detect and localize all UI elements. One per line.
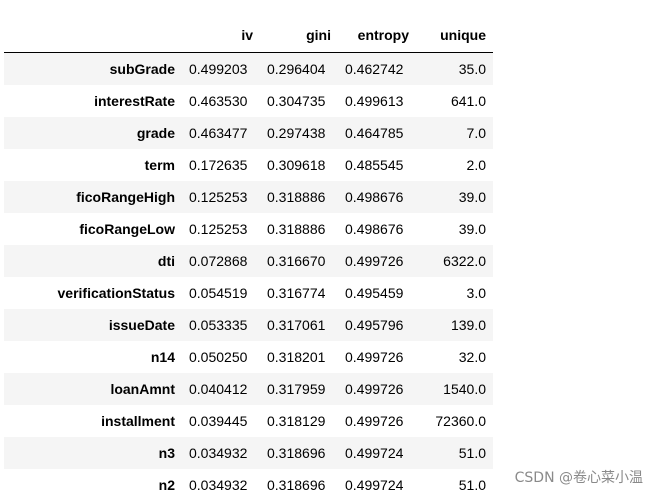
cell-entropy: 0.498676 — [331, 181, 409, 213]
cell-iv: 0.040412 — [175, 373, 253, 405]
cell-entropy: 0.499726 — [331, 245, 409, 277]
table-row: grade0.4634770.2974380.4647857.0 — [4, 117, 493, 149]
cell-gini: 0.316670 — [253, 245, 331, 277]
cell-gini: 0.318886 — [253, 181, 331, 213]
cell-entropy: 0.485545 — [331, 149, 409, 181]
table-body: subGrade0.4992030.2964040.46274235.0inte… — [4, 53, 493, 501]
cell-unique: 2.0 — [409, 149, 493, 181]
table-row: installment0.0394450.3181290.49972672360… — [4, 405, 493, 437]
cell-unique: 641.0 — [409, 85, 493, 117]
watermark: CSDN @卷心菜小温 — [515, 467, 643, 487]
row-index-label: installment — [4, 405, 175, 437]
cell-iv: 0.034932 — [175, 469, 253, 501]
row-index-label: n14 — [4, 341, 175, 373]
cell-entropy: 0.499613 — [331, 85, 409, 117]
row-index-label: n3 — [4, 437, 175, 469]
cell-entropy: 0.495796 — [331, 309, 409, 341]
row-index-label: loanAmnt — [4, 373, 175, 405]
table-row: dti0.0728680.3166700.4997266322.0 — [4, 245, 493, 277]
cell-iv: 0.463530 — [175, 85, 253, 117]
cell-unique: 51.0 — [409, 437, 493, 469]
cell-unique: 39.0 — [409, 181, 493, 213]
table-row: term0.1726350.3096180.4855452.0 — [4, 149, 493, 181]
cell-entropy: 0.499726 — [331, 373, 409, 405]
table-row: n30.0349320.3186960.49972451.0 — [4, 437, 493, 469]
cell-entropy: 0.464785 — [331, 117, 409, 149]
cell-gini: 0.317959 — [253, 373, 331, 405]
cell-iv: 0.463477 — [175, 117, 253, 149]
cell-unique: 32.0 — [409, 341, 493, 373]
row-index-label: term — [4, 149, 175, 181]
table-row: verificationStatus0.0545190.3167740.4954… — [4, 277, 493, 309]
cell-unique: 1540.0 — [409, 373, 493, 405]
cell-gini: 0.318129 — [253, 405, 331, 437]
cell-entropy: 0.499726 — [331, 405, 409, 437]
table-row: issueDate0.0533350.3170610.495796139.0 — [4, 309, 493, 341]
table-row: interestRate0.4635300.3047350.499613641.… — [4, 85, 493, 117]
column-header-iv: iv — [175, 18, 253, 53]
row-index-label: n2 — [4, 469, 175, 501]
table-row: n20.0349320.3186960.49972451.0 — [4, 469, 493, 501]
column-header-entropy: entropy — [331, 18, 409, 53]
cell-iv: 0.054519 — [175, 277, 253, 309]
cell-iv: 0.053335 — [175, 309, 253, 341]
cell-unique: 39.0 — [409, 213, 493, 245]
column-header-gini: gini — [253, 18, 331, 53]
cell-gini: 0.318696 — [253, 437, 331, 469]
cell-entropy: 0.499726 — [331, 341, 409, 373]
row-index-label: subGrade — [4, 53, 175, 86]
cell-gini: 0.317061 — [253, 309, 331, 341]
cell-gini: 0.296404 — [253, 53, 331, 86]
row-index-label: ficoRangeHigh — [4, 181, 175, 213]
cell-gini: 0.309618 — [253, 149, 331, 181]
cell-gini: 0.304735 — [253, 85, 331, 117]
table-row: ficoRangeLow0.1252530.3188860.49867639.0 — [4, 213, 493, 245]
cell-unique: 7.0 — [409, 117, 493, 149]
table-row: n140.0502500.3182010.49972632.0 — [4, 341, 493, 373]
cell-unique: 3.0 — [409, 277, 493, 309]
cell-iv: 0.172635 — [175, 149, 253, 181]
table-row: loanAmnt0.0404120.3179590.4997261540.0 — [4, 373, 493, 405]
row-index-label: interestRate — [4, 85, 175, 117]
table-row: ficoRangeHigh0.1252530.3188860.49867639.… — [4, 181, 493, 213]
cell-entropy: 0.499724 — [331, 469, 409, 501]
column-header-unique: unique — [409, 18, 493, 53]
row-index-label: dti — [4, 245, 175, 277]
cell-iv: 0.034932 — [175, 437, 253, 469]
cell-iv: 0.050250 — [175, 341, 253, 373]
header-row: iv gini entropy unique — [4, 18, 493, 53]
cell-unique: 139.0 — [409, 309, 493, 341]
cell-entropy: 0.495459 — [331, 277, 409, 309]
cell-entropy: 0.499724 — [331, 437, 409, 469]
cell-gini: 0.316774 — [253, 277, 331, 309]
cell-entropy: 0.462742 — [331, 53, 409, 86]
dataframe-table: iv gini entropy unique subGrade0.4992030… — [4, 18, 493, 501]
cell-gini: 0.318696 — [253, 469, 331, 501]
cell-iv: 0.125253 — [175, 213, 253, 245]
cell-unique: 35.0 — [409, 53, 493, 86]
cell-iv: 0.072868 — [175, 245, 253, 277]
cell-gini: 0.318201 — [253, 341, 331, 373]
cell-entropy: 0.498676 — [331, 213, 409, 245]
cell-unique: 72360.0 — [409, 405, 493, 437]
row-index-label: verificationStatus — [4, 277, 175, 309]
cell-unique: 51.0 — [409, 469, 493, 501]
cell-gini: 0.297438 — [253, 117, 331, 149]
cell-iv: 0.125253 — [175, 181, 253, 213]
row-index-label: ficoRangeLow — [4, 213, 175, 245]
row-index-label: issueDate — [4, 309, 175, 341]
cell-iv: 0.499203 — [175, 53, 253, 86]
cell-gini: 0.318886 — [253, 213, 331, 245]
row-index-label: grade — [4, 117, 175, 149]
table-row: subGrade0.4992030.2964040.46274235.0 — [4, 53, 493, 86]
cell-iv: 0.039445 — [175, 405, 253, 437]
table-header: iv gini entropy unique — [4, 18, 493, 53]
cell-unique: 6322.0 — [409, 245, 493, 277]
index-header — [4, 18, 175, 53]
